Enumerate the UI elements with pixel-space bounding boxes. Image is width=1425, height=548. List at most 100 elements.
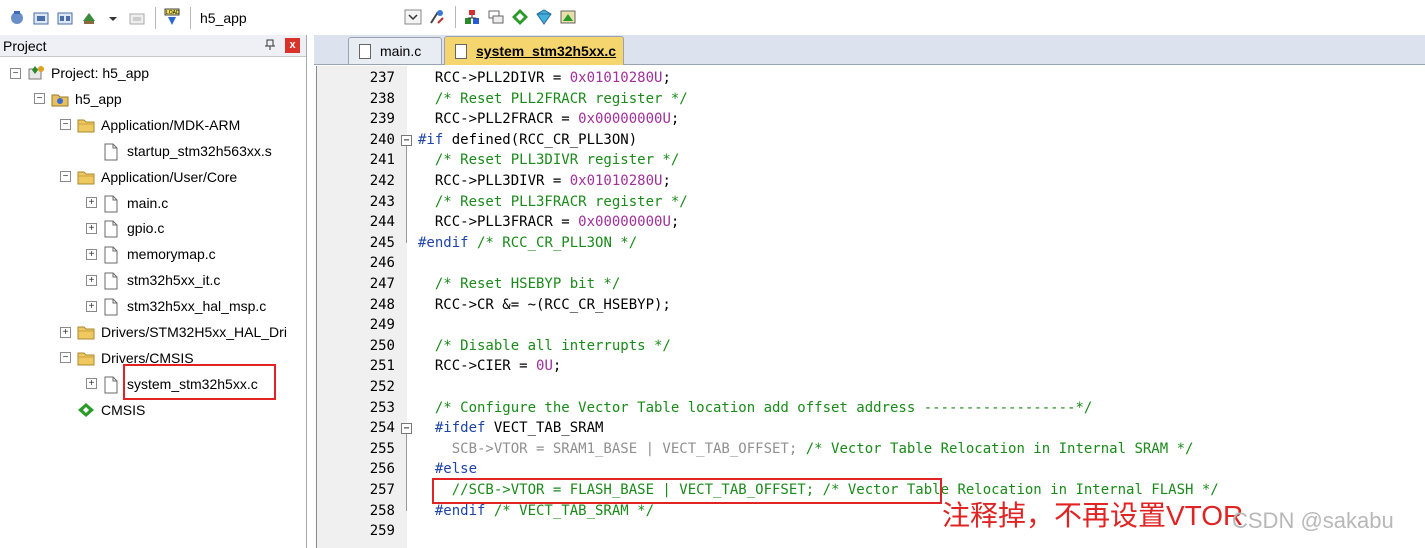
- tree-item[interactable]: + main.c: [86, 192, 168, 214]
- tree-item[interactable]: CMSIS: [60, 399, 145, 421]
- expand-icon[interactable]: +: [86, 222, 97, 234]
- expand-icon[interactable]: +: [86, 300, 97, 312]
- translate-icon[interactable]: [6, 7, 28, 29]
- manage-run-time-environment-icon[interactable]: [557, 6, 579, 28]
- code-line[interactable]: 247 /* Reset HSEBYP bit */: [317, 274, 1425, 295]
- expand-icon[interactable]: +: [86, 197, 97, 208]
- collapse-icon[interactable]: −: [60, 119, 71, 131]
- tree-item[interactable]: + memorymap.c: [86, 243, 216, 265]
- line-number: 242: [369, 173, 395, 189]
- tree-item[interactable]: − Application/MDK-ARM: [60, 114, 240, 136]
- project-panel-header: Project x: [0, 35, 306, 57]
- code-line[interactable]: 244 RCC->PLL3FRACR = 0x00000000U;: [317, 212, 1425, 233]
- build-icon[interactable]: [30, 7, 52, 29]
- tree-item[interactable]: − h5_app: [34, 88, 122, 110]
- line-number: 256: [369, 461, 395, 478]
- fold-toggle-icon[interactable]: −: [401, 134, 412, 146]
- target-options-icon[interactable]: [426, 6, 448, 28]
- expand-icon[interactable]: +: [86, 378, 97, 390]
- batch-build-icon[interactable]: [78, 7, 100, 29]
- pin-icon[interactable]: [264, 39, 276, 54]
- project-panel: Project x − Project: h5_app − h5_app − Applic…: [0, 35, 307, 548]
- collapse-icon[interactable]: −: [10, 67, 21, 79]
- collapse-icon[interactable]: −: [60, 171, 71, 183]
- collapse-icon[interactable]: −: [60, 352, 71, 364]
- stop-build-icon[interactable]: [126, 7, 148, 29]
- code-line[interactable]: 248 RCC->CR &= ~(RCC_CR_HSEBYP);: [317, 295, 1425, 316]
- code-line[interactable]: 246: [317, 253, 1425, 274]
- code-line[interactable]: 255 SCB->VTOR = SRAM1_BASE | VECT_TAB_OF…: [317, 439, 1425, 460]
- project-panel-title: Project: [3, 37, 47, 54]
- annotation-text: 注释掉，不再设置VTOR: [942, 500, 1244, 531]
- chevron-down-icon[interactable]: [102, 7, 124, 29]
- toolbar-right-group: [402, 6, 581, 28]
- select-software-packs-icon[interactable]: [533, 6, 555, 28]
- expand-icon[interactable]: +: [86, 248, 97, 260]
- code-token: #endif: [418, 502, 494, 519]
- tree-item[interactable]: + gpio.c: [86, 217, 164, 239]
- code-line[interactable]: 254− #ifdef VECT_TAB_SRAM: [317, 418, 1425, 439]
- fold-toggle-icon[interactable]: −: [401, 423, 412, 435]
- download-icon[interactable]: LOAD: [161, 7, 183, 29]
- tab-system-stm32h5xx-c[interactable]: system_stm32h5xx.c: [444, 36, 624, 65]
- pack-installer-icon[interactable]: [509, 6, 531, 28]
- line-number: 250: [369, 337, 395, 354]
- file-icon: [103, 376, 121, 394]
- code-line[interactable]: 253 /* Configure the Vector Table locati…: [317, 398, 1425, 419]
- tree-item-label: h5_app: [75, 90, 122, 107]
- code-line[interactable]: 251 RCC->CIER = 0U;: [317, 356, 1425, 377]
- code-editor[interactable]: 237 RCC->PLL2DIVR = 0x01010280U; 238 /* R…: [316, 66, 1425, 548]
- code-line[interactable]: 256 #else: [317, 459, 1425, 480]
- code-line[interactable]: 252: [317, 377, 1425, 398]
- expand-icon[interactable]: +: [86, 274, 97, 286]
- line-number: 255: [369, 440, 395, 457]
- code-token: ;: [552, 358, 562, 375]
- tree-item[interactable]: + stm32h5xx_it.c: [86, 269, 220, 291]
- code-line[interactable]: 245 #endif /* RCC_CR_PLL3ON */: [317, 233, 1425, 254]
- code-text: RCC->CR &= ~(RCC_CR_HSEBYP);: [418, 295, 671, 316]
- tree-item[interactable]: + stm32h5xx_hal_msp.c: [86, 295, 266, 317]
- line-number: 240: [369, 131, 395, 148]
- code-line[interactable]: 241 /* Reset PLL3DIVR register */: [317, 150, 1425, 171]
- code-text: #if defined(RCC_CR_PLL3ON): [418, 130, 637, 151]
- toolbar-divider: [190, 6, 191, 29]
- rebuild-icon[interactable]: [54, 7, 76, 29]
- code-token: RCC->PLL3DIVR =: [418, 173, 570, 189]
- code-line[interactable]: 237 RCC->PLL2DIVR = 0x01010280U;: [317, 68, 1425, 89]
- code-token: /* Disable all interrupts */: [418, 337, 671, 354]
- manage-project-icon[interactable]: [461, 6, 483, 28]
- code-token: /* VECT_TAB_SRAM */: [493, 502, 655, 519]
- expand-icon[interactable]: +: [60, 326, 71, 338]
- file-icon: [359, 43, 371, 59]
- code-token: #else: [418, 461, 478, 478]
- tree-item[interactable]: startup_stm32h563xx.s: [86, 140, 272, 162]
- tab-main-c[interactable]: main.c: [348, 37, 442, 64]
- fold-guide: [406, 145, 407, 243]
- collapse-icon[interactable]: −: [34, 93, 45, 105]
- file-extensions-icon[interactable]: [485, 6, 507, 28]
- code-text: #endif /* RCC_CR_PLL3ON */: [418, 233, 637, 254]
- tree-item[interactable]: + Drivers/STM32H5xx_HAL_Dri: [60, 321, 287, 343]
- code-token: 0x00000000U: [578, 214, 671, 231]
- code-line[interactable]: 238 /* Reset PLL2FRACR register */: [317, 89, 1425, 110]
- dropdown-arrow-icon[interactable]: [402, 6, 424, 28]
- code-text: RCC->CIER = 0U;: [418, 356, 561, 377]
- code-token: /* RCC_CR_PLL3ON */: [477, 234, 638, 251]
- close-icon[interactable]: x: [285, 38, 300, 53]
- code-text: /* Reset PLL2FRACR register */: [418, 89, 688, 110]
- tree-item[interactable]: − Project: h5_app: [10, 62, 149, 84]
- tree-item[interactable]: − Application/User/Core: [60, 166, 237, 188]
- tree-item-label: Application/User/Core: [101, 168, 238, 185]
- toolbar: LOAD h5_app: [0, 0, 1425, 35]
- cmsis-icon: [77, 402, 95, 418]
- code-text: /* Reset PLL3DIVR register */: [418, 150, 679, 171]
- code-line[interactable]: 249: [317, 315, 1425, 336]
- code-token: SCB->VTOR = SRAM1_BASE | VECT_TAB_OFFSET…: [418, 440, 806, 457]
- code-line[interactable]: 239 RCC->PLL2FRACR = 0x00000000U;: [317, 109, 1425, 130]
- code-line[interactable]: 243 /* Reset PLL3FRACR register */: [317, 192, 1425, 213]
- code-line[interactable]: 250 /* Disable all interrupts */: [317, 336, 1425, 357]
- code-line[interactable]: 240− #if defined(RCC_CR_PLL3ON): [317, 130, 1425, 151]
- target-selector[interactable]: h5_app: [200, 10, 247, 26]
- code-line[interactable]: 242 RCC->PLL3DIVR = 0x01010280U;: [317, 171, 1425, 192]
- line-number: 249: [369, 317, 395, 334]
